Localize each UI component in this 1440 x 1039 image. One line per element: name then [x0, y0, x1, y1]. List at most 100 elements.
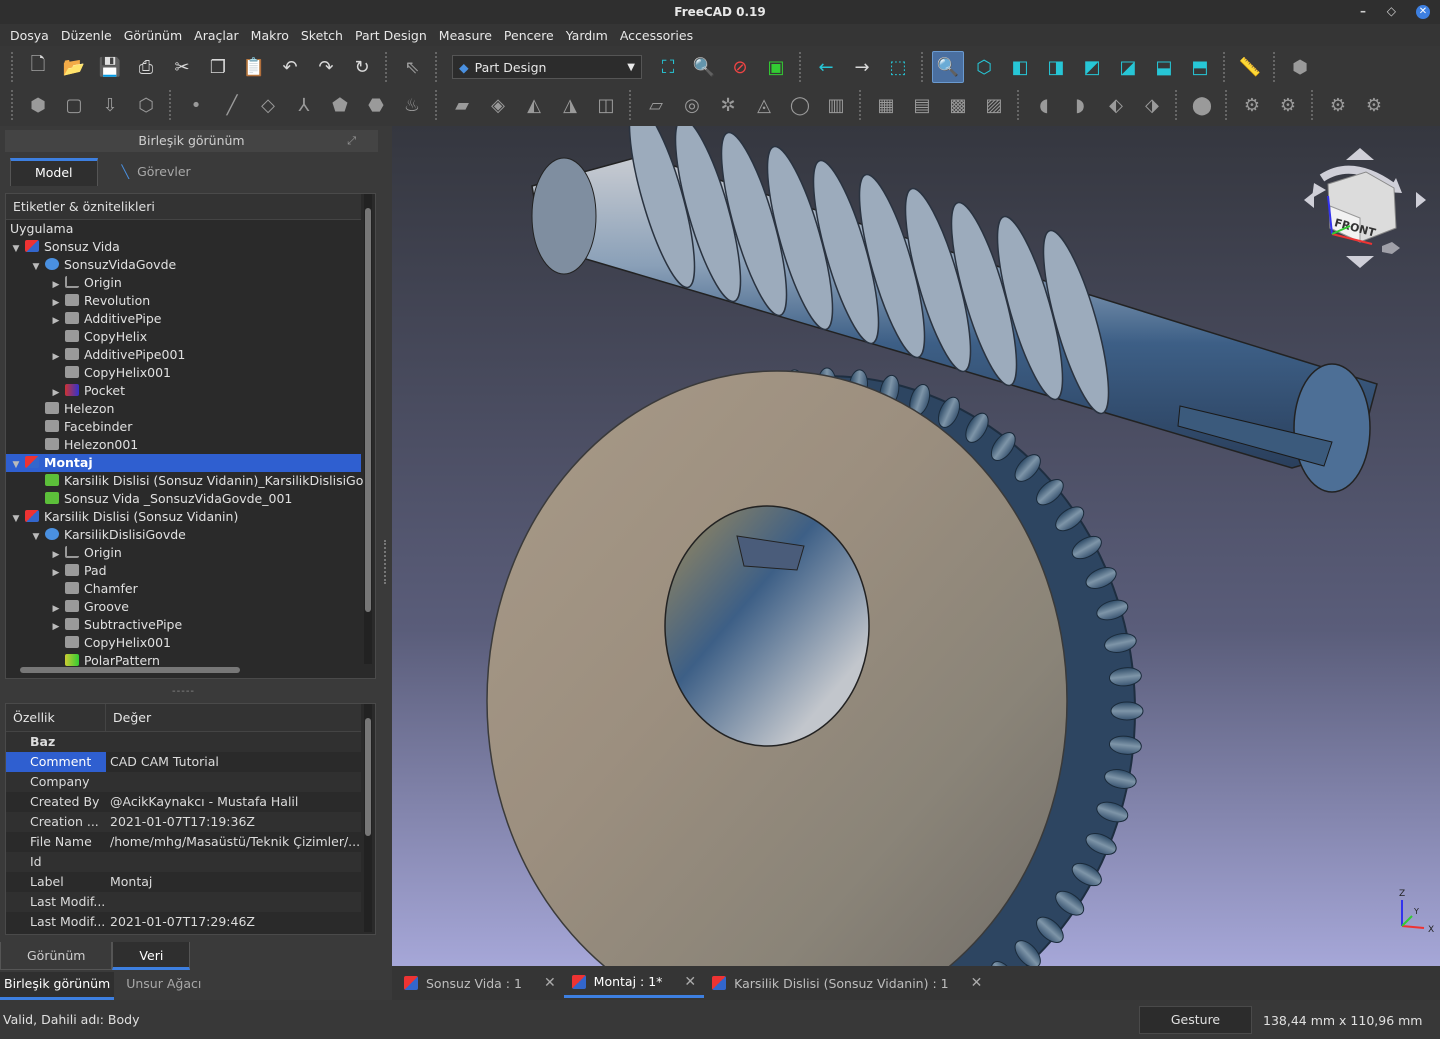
property-row[interactable]: Last Modif... [6, 892, 361, 912]
rear-view-icon[interactable]: ◪ [1112, 51, 1144, 83]
create-body-icon[interactable]: ⬢ [22, 89, 54, 121]
tab-combo-view[interactable]: Birleşik görünüm [0, 972, 115, 1000]
nav-left-icon[interactable] [1304, 192, 1314, 208]
property-value[interactable]: @AcikKaynakcı - Mustafa Halil [106, 792, 361, 812]
whats-this-icon[interactable]: ⇖ [396, 51, 428, 83]
value-column-header[interactable]: Değer [106, 704, 151, 731]
tree-item[interactable]: Helezon001 [6, 436, 361, 454]
validate-sketch-icon[interactable]: ⇩ [94, 89, 126, 121]
datum-point-icon[interactable]: • [180, 89, 212, 121]
clone-icon[interactable]: ⬣ [360, 89, 392, 121]
refresh-icon[interactable]: ↻ [346, 51, 378, 83]
linear-pattern-icon[interactable]: ▤ [906, 89, 938, 121]
revolution-icon[interactable]: ◈ [482, 89, 514, 121]
tree-item[interactable]: ▶ Origin [6, 544, 361, 562]
menu-tools[interactable]: Araçlar [188, 28, 245, 43]
menu-accessories[interactable]: Accessories [614, 28, 699, 43]
top-view-icon[interactable]: ◨ [1040, 51, 1072, 83]
shape-binder-icon[interactable]: ⬡ [130, 89, 162, 121]
tree-item[interactable]: ▼ Montaj [6, 454, 361, 472]
toolbar-handle[interactable] [11, 52, 15, 82]
sub-shape-binder-icon[interactable]: ⬟ [324, 89, 356, 121]
groove-icon[interactable]: ✲ [712, 89, 744, 121]
property-row[interactable]: Comment CAD CAM Tutorial [6, 752, 361, 772]
measure-icon[interactable]: 📏 [1234, 51, 1266, 83]
print-icon[interactable]: ⎙ [130, 51, 162, 83]
menu-help[interactable]: Yardım [560, 28, 614, 43]
tab-data[interactable]: Veri [112, 942, 191, 970]
close-tab-icon[interactable]: ✕ [544, 975, 556, 991]
property-name[interactable]: File Name [6, 832, 106, 852]
dock-resize-handle[interactable] [384, 540, 388, 584]
bottom-view-icon[interactable]: ⬓ [1148, 51, 1180, 83]
redo-icon[interactable]: ↷ [310, 51, 342, 83]
tree-item[interactable]: ▶ SubtractivePipe [6, 616, 361, 634]
tree-horizontal-scroll-thumb[interactable] [20, 667, 240, 673]
3d-viewport[interactable]: FRONT Z X Y [392, 126, 1440, 966]
tree-item[interactable]: ▼ SonsuzVidaGovde [6, 256, 361, 274]
additive-pipe-icon[interactable]: ◮ [554, 89, 586, 121]
tree-item[interactable]: CopyHelix001 [6, 364, 361, 382]
property-value[interactable]: 2021-01-07T17:19:36Z [106, 812, 361, 832]
paste-icon[interactable]: 📋 [238, 51, 270, 83]
tree-horizontal-scrollbar[interactable] [16, 666, 356, 674]
menu-edit[interactable]: Düzenle [55, 28, 118, 43]
menu-view[interactable]: Görünüm [118, 28, 188, 43]
mirrored-icon[interactable]: ▦ [870, 89, 902, 121]
menu-window[interactable]: Pencere [498, 28, 560, 43]
3d-scene[interactable]: FRONT Z X Y [392, 126, 1440, 966]
menu-part-design[interactable]: Part Design [349, 28, 433, 43]
property-name[interactable]: Company [6, 772, 106, 792]
thickness-icon[interactable]: ⬗ [1136, 89, 1168, 121]
menu-sketch[interactable]: Sketch [295, 28, 349, 43]
sprocket-icon[interactable]: ⚙ [1236, 89, 1268, 121]
rotate-arrow-left[interactable] [1312, 183, 1326, 198]
copy-icon[interactable]: ❐ [202, 51, 234, 83]
front-view-icon[interactable]: ◧ [1004, 51, 1036, 83]
tree-item[interactable]: ▶ Pad [6, 562, 361, 580]
left-view-icon[interactable]: ⬒ [1184, 51, 1216, 83]
property-row[interactable]: Creation ... 2021-01-07T17:19:36Z [6, 812, 361, 832]
datum-plane-icon[interactable]: ◇ [252, 89, 284, 121]
property-row[interactable]: Company [6, 772, 361, 792]
tree-item[interactable]: ▶ Pocket [6, 382, 361, 400]
menu-file[interactable]: Dosya [4, 28, 55, 43]
draft-icon[interactable]: ⬖ [1100, 89, 1132, 121]
tree-item[interactable]: Facebinder [6, 418, 361, 436]
create-sketch-icon[interactable]: ▢ [58, 89, 90, 121]
cut-icon[interactable]: ✂ [166, 51, 198, 83]
close-icon[interactable]: ✕ [1416, 5, 1430, 19]
property-name[interactable]: Creation ... [6, 812, 106, 832]
maximize-icon[interactable]: ◇ [1387, 4, 1396, 18]
fit-all-icon[interactable]: ⛶ [652, 51, 684, 83]
minimize-icon[interactable]: – [1360, 4, 1366, 18]
additive-loft-icon[interactable]: ◭ [518, 89, 550, 121]
property-row[interactable]: Last Modif... 2021-01-07T17:29:46Z [6, 912, 361, 932]
close-tab-icon[interactable]: ✕ [971, 975, 983, 991]
polar-pattern-icon[interactable]: ▩ [942, 89, 974, 121]
tab-tree-view[interactable]: Unsur Ağacı [114, 972, 214, 1000]
navigation-cube[interactable]: FRONT [1304, 148, 1426, 268]
property-row[interactable]: File Name/home/mhg/Masaüstü/Teknik Çizim… [6, 832, 361, 852]
tree-item[interactable]: ▶ AdditivePipe [6, 310, 361, 328]
document-tab[interactable]: Karsilik Dislisi (Sonsuz Vidanin) : 1 ✕ [704, 968, 990, 998]
property-row[interactable]: Created By @AcikKaynakcı - Mustafa Halil [6, 792, 361, 812]
view-menu-icon[interactable] [1382, 242, 1400, 254]
property-value[interactable]: CAD CAM Tutorial [106, 752, 361, 772]
document-tab[interactable]: Sonsuz Vida : 1 ✕ [396, 968, 564, 998]
tree-item[interactable]: Helezon [6, 400, 361, 418]
property-value[interactable] [106, 772, 361, 792]
property-value[interactable] [106, 852, 361, 872]
undo-icon[interactable]: ↶ [274, 51, 306, 83]
open-document-icon[interactable]: 📂 [58, 51, 90, 83]
boolean-icon[interactable]: ⬤ [1186, 89, 1218, 121]
tree-item[interactable]: ▶ Revolution [6, 292, 361, 310]
close-tab-icon[interactable]: ✕ [684, 974, 696, 990]
property-column-header[interactable]: Özellik [6, 704, 106, 731]
navigation-style-button[interactable]: Gesture [1139, 1006, 1252, 1034]
tree-item[interactable]: ▶ AdditivePipe001 [6, 346, 361, 364]
nav-right-icon[interactable] [1416, 192, 1426, 208]
property-group[interactable]: Baz [6, 732, 361, 752]
property-name[interactable]: Last Modif... [6, 912, 106, 932]
forward-icon[interactable]: → [846, 51, 878, 83]
